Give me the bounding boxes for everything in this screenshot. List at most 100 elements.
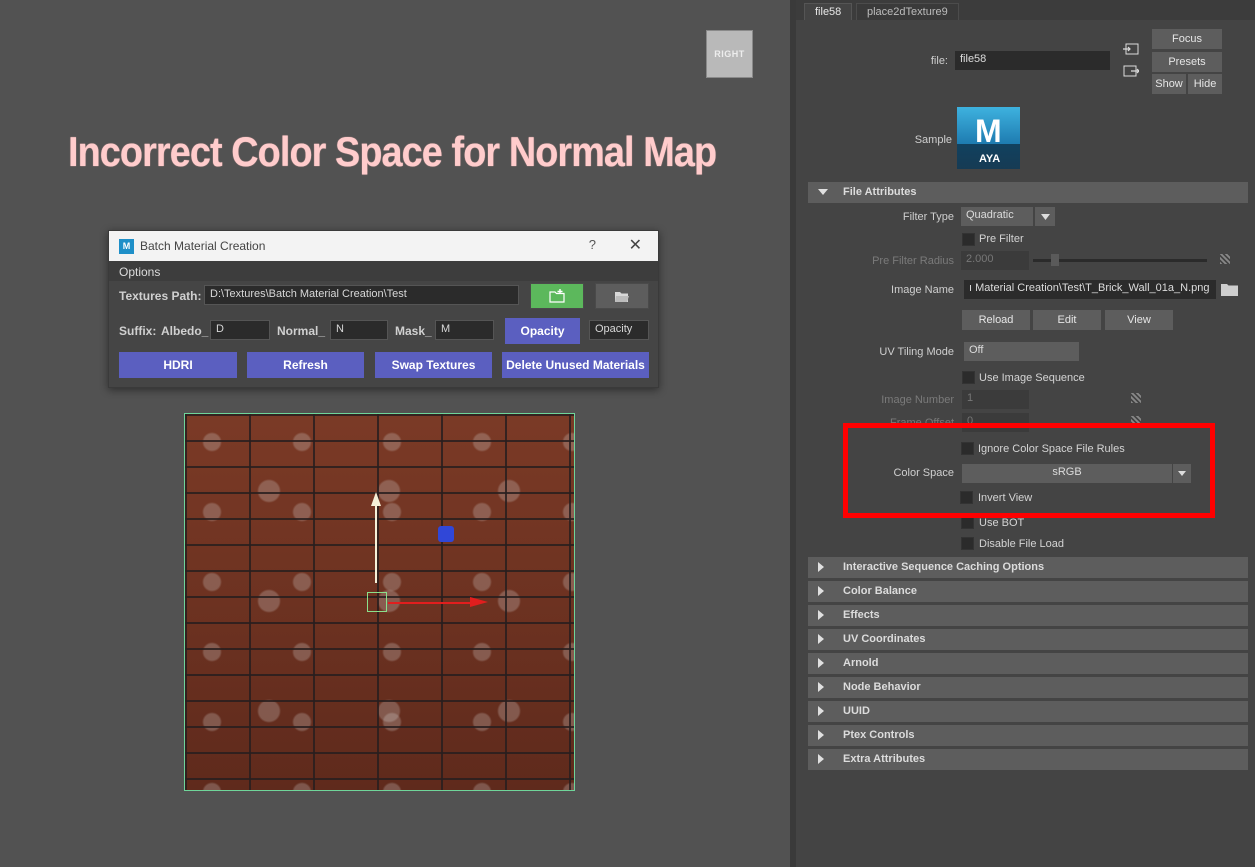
browse-folder-icon[interactable] <box>1221 283 1238 296</box>
collapsed-triangle-icon <box>818 730 824 740</box>
section-node-behavior[interactable]: Node Behavior <box>808 677 1248 698</box>
maya-logo-icon: M <box>119 238 134 254</box>
section-label: UUID <box>843 705 870 717</box>
section-color-balance[interactable]: Color Balance <box>808 581 1248 602</box>
section-arnold[interactable]: Arnold <box>808 653 1248 674</box>
collapsed-triangle-icon <box>818 610 824 620</box>
focus-button[interactable]: Focus <box>1152 29 1222 49</box>
section-file-attributes[interactable]: File Attributes <box>808 182 1248 203</box>
pre-filter-radius-slider[interactable] <box>1033 259 1207 262</box>
textures-path-label: Textures Path: <box>119 289 202 303</box>
delete-unused-materials-button[interactable]: Delete Unused Materials <box>502 352 649 378</box>
dialog-titlebar[interactable]: M Batch Material Creation ? ✕ <box>109 231 658 261</box>
menu-options[interactable]: Options <box>119 265 160 279</box>
move-gizmo-x-arrow-icon[interactable] <box>470 597 488 607</box>
filter-type-label: Filter Type <box>902 211 954 223</box>
opacity-button[interactable]: Opacity <box>505 318 580 344</box>
section-label: File Attributes <box>843 186 917 198</box>
maya-m-letter: M <box>975 113 1002 149</box>
image-name-field[interactable]: ı Material Creation\Test\T_Brick_Wall_01… <box>964 280 1216 299</box>
swap-textures-button[interactable]: Swap Textures <box>375 352 492 378</box>
section-label: Arnold <box>843 657 879 669</box>
input-connection-icon[interactable] <box>1123 42 1139 56</box>
texture-sample-thumbnail: M AYA <box>957 107 1020 169</box>
pre-filter-label: Pre Filter <box>979 233 1024 245</box>
move-gizmo-y-arrow-icon[interactable] <box>371 492 381 506</box>
hdri-button[interactable]: HDRI <box>119 352 237 378</box>
move-gizmo-center[interactable] <box>367 592 387 612</box>
hide-button[interactable]: Hide <box>1188 74 1222 94</box>
viewport[interactable]: RIGHT Incorrect Color Space for Normal M… <box>0 0 790 867</box>
dialog-menubar: Options <box>109 261 658 281</box>
use-image-sequence-checkbox[interactable] <box>962 371 975 384</box>
pre-filter-checkbox[interactable] <box>962 233 975 246</box>
collapsed-triangle-icon <box>818 682 824 692</box>
pre-filter-radius-label: Pre Filter Radius <box>872 255 954 267</box>
section-effects[interactable]: Effects <box>808 605 1248 626</box>
albedo-label: Albedo_ <box>161 324 209 338</box>
batch-material-dialog: M Batch Material Creation ? ✕ Options Te… <box>108 230 659 388</box>
help-icon[interactable]: ? <box>589 237 596 252</box>
pre-filter-radius-field[interactable]: 2.000 <box>961 251 1029 270</box>
move-gizmo-x-axis[interactable] <box>388 602 470 604</box>
filter-type-dropdown-arrow[interactable] <box>1035 207 1055 226</box>
edit-button[interactable]: Edit <box>1033 310 1101 330</box>
close-icon[interactable]: ✕ <box>629 235 642 255</box>
section-label: UV Coordinates <box>843 633 926 645</box>
suffix-label: Suffix: <box>119 324 157 338</box>
move-gizmo-z-handle[interactable] <box>438 526 454 542</box>
pre-filter-radius-slider-knob[interactable] <box>1051 254 1059 266</box>
normal-label: Normal_ <box>277 324 326 338</box>
attribute-editor: file58 place2dTexture9 file: file58 Focu… <box>796 0 1255 867</box>
sample-label: Sample <box>914 134 952 146</box>
textures-path-input[interactable]: D:\Textures\Batch Material Creation\Test <box>204 285 519 305</box>
open-folder-button[interactable] <box>595 283 649 309</box>
refresh-button[interactable]: Refresh <box>247 352 364 378</box>
collapsed-triangle-icon <box>818 754 824 764</box>
mask-label: Mask_ <box>395 324 432 338</box>
section-uuid[interactable]: UUID <box>808 701 1248 722</box>
uv-tiling-mode-dropdown[interactable]: Off <box>964 342 1079 361</box>
view-button[interactable]: View <box>1105 310 1173 330</box>
new-folder-button[interactable] <box>530 283 584 309</box>
mask-suffix-input[interactable]: M <box>435 320 494 340</box>
filter-type-dropdown[interactable]: Quadratic <box>961 207 1033 226</box>
use-bot-label: Use BOT <box>979 517 1025 529</box>
maya-aya-text: AYA <box>979 153 1001 165</box>
disable-file-load-checkbox[interactable] <box>961 537 974 550</box>
dialog-title: Batch Material Creation <box>140 239 266 253</box>
image-number-label: Image Number <box>881 394 954 406</box>
section-interactive-sequence-caching[interactable]: Interactive Sequence Caching Options <box>808 557 1248 578</box>
output-connection-icon[interactable] <box>1123 64 1139 78</box>
section-ptex-controls[interactable]: Ptex Controls <box>808 725 1248 746</box>
file-node-name-field[interactable]: file58 <box>955 51 1110 70</box>
folder-plus-icon <box>549 289 565 303</box>
disable-file-load-label: Disable File Load <box>979 538 1064 550</box>
section-label: Extra Attributes <box>843 753 926 765</box>
tab-place2dtexture9[interactable]: place2dTexture9 <box>856 3 959 20</box>
presets-button[interactable]: Presets <box>1152 52 1222 72</box>
opacity-suffix-input[interactable]: Opacity <box>589 320 649 340</box>
image-number-map-icon[interactable] <box>1131 393 1141 403</box>
tab-file58[interactable]: file58 <box>804 3 853 20</box>
map-button-icon[interactable] <box>1220 254 1230 264</box>
section-label: Node Behavior <box>843 681 921 693</box>
albedo-suffix-input[interactable]: D <box>210 320 270 340</box>
section-extra-attributes[interactable]: Extra Attributes <box>808 749 1248 770</box>
show-button[interactable]: Show <box>1152 74 1186 94</box>
view-cube[interactable]: RIGHT <box>706 30 753 78</box>
overlay-headline: Incorrect Color Space for Normal Map <box>68 128 717 175</box>
collapsed-triangle-icon <box>818 562 824 572</box>
collapsed-triangle-icon <box>818 586 824 596</box>
reload-button[interactable]: Reload <box>962 310 1030 330</box>
collapsed-triangle-icon <box>818 658 824 668</box>
collapsed-triangle-icon <box>818 706 824 716</box>
image-number-field[interactable]: 1 <box>962 390 1029 409</box>
node-tab-bar: file58 place2dTexture9 <box>796 0 1255 20</box>
section-uv-coordinates[interactable]: UV Coordinates <box>808 629 1248 650</box>
file-node-label: file: <box>930 55 948 67</box>
normal-suffix-input[interactable]: N <box>330 320 388 340</box>
collapsed-triangle-icon <box>818 634 824 644</box>
use-image-sequence-label: Use Image Sequence <box>979 372 1085 384</box>
move-gizmo-y-axis[interactable] <box>375 505 377 583</box>
